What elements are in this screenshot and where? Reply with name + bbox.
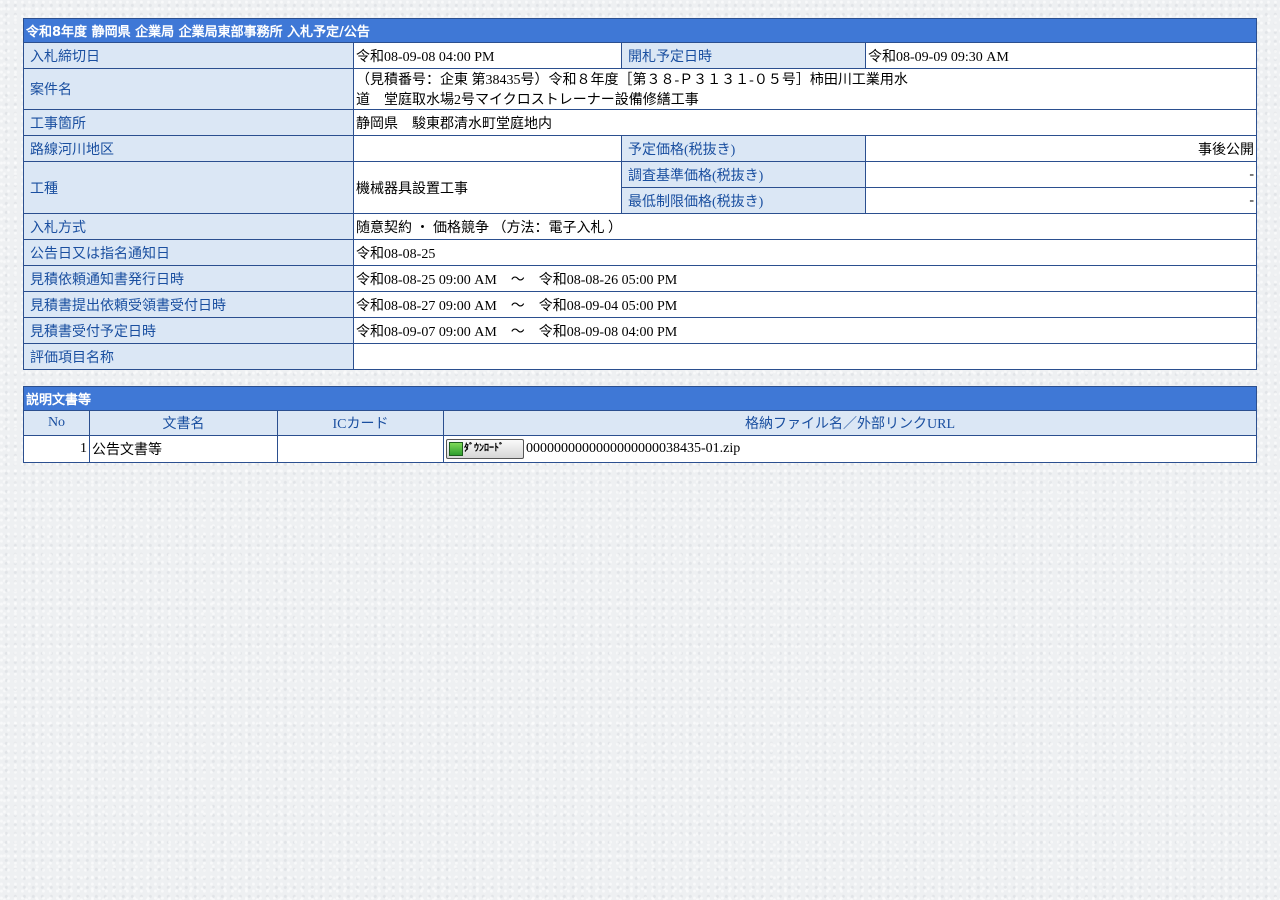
project-name-line1: （見積番号：企東 第38435号）令和８年度［第３８-Ｐ３１３１-０５号］柿田川…	[356, 73, 908, 88]
method-value: 随意契約 ・ 価格競争 （方法：電子入札 ）	[353, 213, 1257, 240]
planned-price-label: 予定価格(税抜き)	[621, 135, 866, 162]
survey-price-label: 調査基準価格(税抜き)	[621, 161, 866, 188]
quote-receipt-value: 令和08-08-27 09:00 AM ～ 令和08-09-04 05:00 P…	[353, 291, 1257, 318]
doc-file-cell: ﾀﾞｳﾝﾛｰﾄﾞ 0000000000000000000038435-01.zip	[443, 435, 1257, 463]
project-name-line2: 道 堂庭取水場2号マイクロストレーナー設備修繕工事	[356, 93, 699, 108]
notice-date-value: 令和08-08-25	[353, 239, 1257, 266]
evaluation-value	[353, 343, 1257, 370]
min-price-label: 最低制限価格(税抜き)	[621, 187, 866, 214]
deadline-label: 入札締切日	[23, 42, 354, 69]
project-name-label: 案件名	[23, 68, 354, 110]
route-label: 路線河川地区	[23, 135, 354, 162]
opening-value: 令和08-09-09 09:30 AM	[865, 42, 1257, 69]
project-name-value: （見積番号：企東 第38435号）令和８年度［第３８-Ｐ３１３１-０５号］柿田川…	[353, 68, 1257, 110]
route-value	[353, 135, 622, 162]
col-ic-card: ICカード	[277, 410, 444, 436]
quote-receipt-label: 見積書提出依頼受領書受付日時	[23, 291, 354, 318]
notice-date-label: 公告日又は指名通知日	[23, 239, 354, 266]
quote-notice-value: 令和08-08-25 09:00 AM ～ 令和08-08-26 05:00 P…	[353, 265, 1257, 292]
location-value: 静岡県 駿東郡清水町堂庭地内	[353, 109, 1257, 136]
quote-notice-label: 見積依頼通知書発行日時	[23, 265, 354, 292]
work-type-value: 機械器具設置工事	[353, 161, 622, 214]
method-label: 入札方式	[23, 213, 354, 240]
min-price-value: -	[865, 187, 1257, 214]
evaluation-label: 評価項目名称	[23, 343, 354, 370]
quote-accept-label: 見積書受付予定日時	[23, 317, 354, 344]
doc-ic	[277, 435, 444, 463]
planned-price-value: 事後公開	[865, 135, 1257, 162]
doc-no: 1	[23, 435, 90, 463]
download-button[interactable]: ﾀﾞｳﾝﾛｰﾄﾞ	[446, 439, 524, 459]
work-type-label: 工種	[23, 161, 354, 214]
col-file-url: 格納ファイル名／外部リンクURL	[443, 410, 1257, 436]
location-label: 工事箇所	[23, 109, 354, 136]
col-no: No	[23, 410, 90, 436]
download-button-label: ﾀﾞｳﾝﾛｰﾄﾞ	[464, 443, 504, 454]
bid-detail-table: 令和8年度 静岡県 企業局 企業局東部事務所 入札予定/公告 入札締切日 令和0…	[23, 18, 1257, 370]
doc-name: 公告文書等	[89, 435, 278, 463]
survey-price-value: -	[865, 161, 1257, 188]
deadline-value: 令和08-09-08 04:00 PM	[353, 42, 622, 69]
documents-table: 説明文書等 No 文書名 ICカード 格納ファイル名／外部リンクURL 1 公告…	[23, 386, 1257, 463]
col-doc-name: 文書名	[89, 410, 278, 436]
table-row: 1 公告文書等 ﾀﾞｳﾝﾛｰﾄﾞ 000000000000000000003843…	[23, 435, 1257, 463]
quote-accept-value: 令和08-09-07 09:00 AM ～ 令和08-09-08 04:00 P…	[353, 317, 1257, 344]
download-icon	[449, 442, 463, 456]
documents-header: 説明文書等	[23, 386, 1257, 411]
detail-header: 令和8年度 静岡県 企業局 企業局東部事務所 入札予定/公告	[23, 18, 1257, 43]
opening-label: 開札予定日時	[621, 42, 866, 69]
doc-filename: 0000000000000000000038435-01.zip	[526, 441, 741, 457]
